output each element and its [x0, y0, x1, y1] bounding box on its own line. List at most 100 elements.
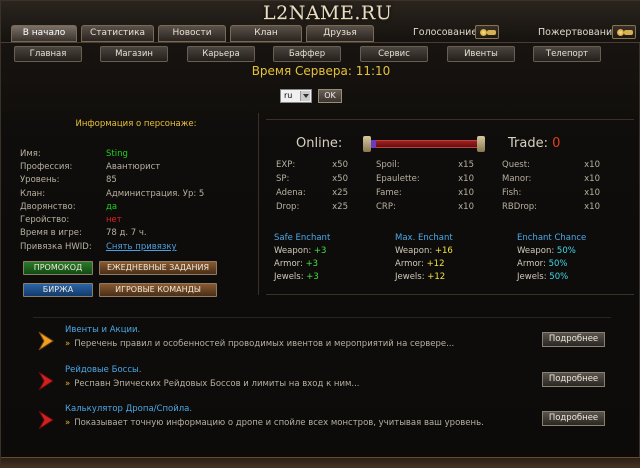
enchant-label: Jewels:: [517, 272, 547, 282]
online-bar-fill: [369, 140, 479, 148]
rate-name: Manor:: [502, 174, 532, 184]
launcher-window: L2NAME.RU В начало Статистика Новости Кл…: [0, 0, 640, 468]
nav-main-button[interactable]: Главная: [14, 46, 82, 62]
info-label: Привязка HWID:: [20, 242, 92, 252]
nav-shop-button[interactable]: Магазин: [100, 46, 168, 62]
info-value: Администрация. Ур: 5: [106, 189, 205, 199]
rate-name: EXP:: [276, 160, 296, 170]
promo-code-button[interactable]: ПРОМОКОД: [23, 261, 93, 275]
trade-counter: Trade: 0: [508, 136, 560, 151]
game-commands-button[interactable]: ИГРОВЫЕ КОМАНДЫ: [99, 283, 217, 297]
chevron-right-icon: [38, 410, 54, 430]
nav-events-button[interactable]: Ивенты: [447, 46, 515, 62]
info-value: Авантюрист: [106, 162, 161, 172]
enchant-label: Weapon:: [395, 246, 433, 256]
vote-icon[interactable]: [475, 25, 499, 39]
rate-value: x10: [584, 160, 600, 170]
tab-statistics[interactable]: Статистика: [81, 25, 154, 42]
rate-name: Fame:: [376, 188, 402, 198]
rate-value: x25: [332, 202, 348, 212]
rate-value: x25: [332, 188, 348, 198]
donate-label[interactable]: Пожертвования: [538, 27, 618, 38]
enchant-value: 50%: [548, 259, 568, 269]
enchant-row: Armor: +3: [274, 259, 318, 269]
rate-name: CRP:: [376, 202, 396, 212]
news-title[interactable]: Рейдовые Боссы.: [65, 365, 141, 375]
news-title[interactable]: Калькулятор Дропа/Спойла.: [65, 404, 192, 414]
tab-friends[interactable]: Друзья: [306, 25, 374, 42]
unbind-hwid-link[interactable]: Снять привязку: [106, 242, 177, 252]
server-time-label: Время Сервера:: [251, 64, 352, 78]
enchant-label: Jewels:: [274, 272, 304, 282]
info-value: Sting: [106, 149, 128, 159]
news-desc: » Респавн Эпических Рейдовых Боссов и лим…: [65, 379, 360, 389]
news-desc-text: Перечень правил и особенностей проводимы…: [74, 339, 455, 349]
news-more-button[interactable]: Подробнее: [542, 372, 605, 387]
chevron-down-icon[interactable]: [300, 91, 310, 101]
online-bar: [363, 136, 485, 152]
enchant-value: +3: [305, 259, 319, 269]
server-time: Время Сервера: 11:10: [1, 64, 640, 78]
nav-teleport-button[interactable]: Телепорт: [533, 46, 601, 62]
news-title[interactable]: Ивенты и Акции.: [65, 325, 140, 335]
online-bar-marker: [371, 140, 376, 148]
language-select-value: ru: [284, 91, 293, 100]
vote-label[interactable]: Голосование: [413, 27, 477, 38]
news-item: Ивенты и Акции. » Перечень правил и особе…: [33, 325, 611, 361]
exchange-button[interactable]: БИРЖА: [23, 283, 93, 297]
enchant-row: Armor: 50%: [517, 259, 567, 269]
news-bullet: »: [65, 379, 71, 389]
enchant-row: Armor: +12: [395, 259, 445, 269]
enchant-row: Weapon: +3: [274, 246, 326, 256]
info-value: 85: [106, 175, 117, 185]
info-label: Клан:: [20, 189, 46, 199]
rate-value: x15: [458, 160, 474, 170]
news-more-button[interactable]: Подробнее: [542, 332, 605, 347]
rate-value: x10: [458, 188, 474, 198]
site-logo: L2NAME.RU: [263, 2, 393, 24]
info-label: Профессия:: [20, 162, 73, 172]
info-label: Время в игре:: [20, 228, 82, 238]
chevron-right-icon: [38, 331, 54, 351]
character-panel: Информация о персонаже: Имя: Sting Профе…: [13, 113, 259, 297]
info-label: Уровень:: [20, 175, 60, 185]
enchant-max-title: Max. Enchant: [395, 233, 453, 243]
rate-value: x10: [458, 174, 474, 184]
enchant-value: +3: [306, 272, 319, 282]
enchant-value: +12: [427, 272, 446, 282]
donate-coins-icon[interactable]: [612, 25, 636, 39]
nav-service-button[interactable]: Сервис: [360, 46, 428, 62]
news-bullet: »: [65, 339, 71, 349]
rate-name: Epaulette:: [376, 174, 420, 184]
tab-home[interactable]: В начало: [11, 25, 77, 42]
info-label: Дворянство:: [20, 202, 76, 212]
tab-news[interactable]: Новости: [158, 25, 226, 42]
rate-value: x50: [332, 160, 348, 170]
rate-value: x10: [584, 174, 600, 184]
trade-value: 0: [552, 136, 561, 151]
enchant-row: Weapon: 50%: [517, 246, 576, 256]
server-time-value: 11:10: [355, 64, 391, 78]
rate-value: x10: [458, 202, 474, 212]
tab-clan[interactable]: Клан: [230, 25, 302, 42]
enchant-value: +3: [313, 246, 327, 256]
rate-value: x10: [584, 202, 600, 212]
nav-career-button[interactable]: Карьера: [187, 46, 255, 62]
news-desc: » Перечень правил и особенностей проводим…: [65, 339, 454, 349]
nav-buffer-button[interactable]: Баффер: [273, 46, 341, 62]
online-label: Online:: [296, 136, 343, 151]
enchant-safe-title: Safe Enchant: [274, 233, 331, 243]
rate-name: Drop:: [276, 202, 300, 212]
enchant-value: +16: [434, 246, 453, 256]
enchant-row: Jewels: 50%: [517, 272, 568, 282]
info-value: да: [106, 202, 118, 212]
language-select[interactable]: ru: [280, 89, 312, 103]
enchant-chance-title: Enchant Chance: [517, 233, 587, 243]
daily-quests-button[interactable]: ЕЖЕДНЕВНЫЕ ЗАДАНИЯ: [99, 261, 217, 275]
bottom-border: [1, 457, 640, 468]
bar-cap-left: [363, 136, 371, 152]
news-more-button[interactable]: Подробнее: [542, 411, 605, 426]
enchant-row: Weapon: +16: [395, 246, 453, 256]
language-ok-button[interactable]: OK: [318, 89, 342, 103]
info-label: Геройство:: [20, 215, 70, 225]
